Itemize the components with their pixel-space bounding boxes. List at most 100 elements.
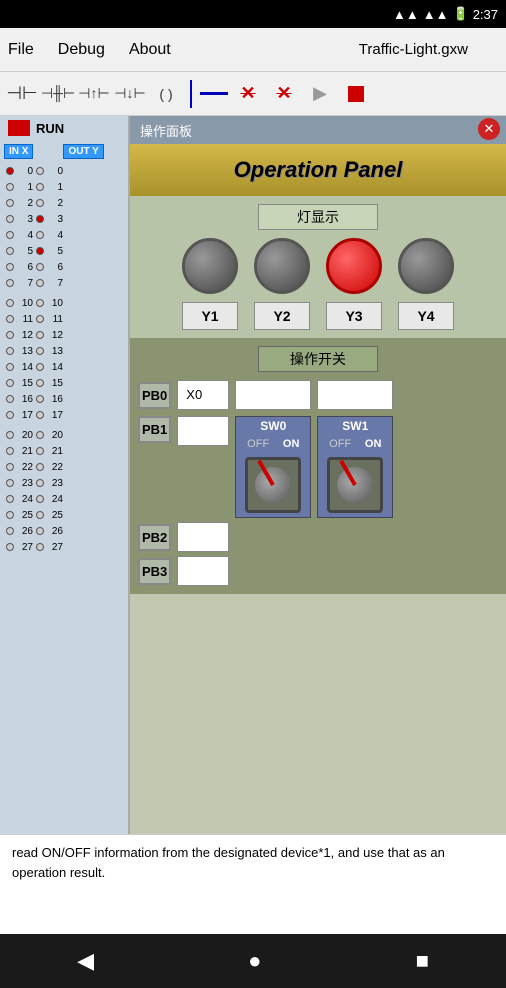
menu-about[interactable]: About — [129, 41, 171, 59]
toolbar-coil[interactable]: ( ) — [150, 78, 182, 110]
light-label-y3: Y3 — [326, 302, 382, 330]
inout-header: IN X OUT Y — [0, 142, 128, 161]
sw1-title: SW1 — [318, 417, 392, 435]
light-y1 — [182, 238, 238, 294]
pb1-input — [177, 416, 229, 446]
in-dot-1 — [6, 183, 14, 191]
nav-recent[interactable]: ■ — [416, 948, 429, 974]
ladder-row: 2525 — [4, 507, 124, 523]
sw0-block: SW0 OFF ON — [235, 416, 311, 518]
pb3-input — [177, 556, 229, 586]
ladder-row: 3 3 — [4, 211, 124, 227]
pb3-button[interactable]: PB3 — [138, 558, 171, 585]
toolbar-play[interactable]: ▶ — [304, 78, 336, 110]
nav-bar: ◀ ● ■ — [0, 934, 506, 988]
text-area: read ON/OFF information from the designa… — [0, 834, 506, 934]
nav-back[interactable]: ◀ — [77, 948, 94, 974]
ladder-row: 5 5 — [4, 243, 124, 259]
inx-badge[interactable]: IN X — [4, 144, 33, 159]
switch-section: 操作开关 PB0 X0 PB1 SW0 OFF ON — [130, 338, 506, 594]
left-panel: RUN IN X OUT Y 0 0 1 1 2 — [0, 116, 130, 834]
sw1-off[interactable]: OFF — [325, 437, 355, 451]
run-light — [8, 120, 30, 136]
ladder-row: 7 7 — [4, 275, 124, 291]
out-dot-5 — [36, 247, 44, 255]
toolbar-stop[interactable] — [340, 78, 372, 110]
toolbar-line[interactable] — [200, 92, 228, 95]
wifi-icon: ▲▲ — [393, 7, 419, 22]
light-section: 灯显示 Y1 Y2 Y3 Y4 — [130, 196, 506, 338]
sw0-off[interactable]: OFF — [243, 437, 273, 451]
toolbar-contact-no[interactable]: ⊣⊢ — [6, 78, 38, 110]
in-dot-5 — [6, 247, 14, 255]
ladder-row: 1010 — [4, 295, 124, 311]
pb0-button[interactable]: PB0 — [138, 382, 171, 409]
x0-display: X0 — [177, 380, 229, 410]
light-y4 — [398, 238, 454, 294]
menu-debug[interactable]: Debug — [58, 41, 105, 59]
close-button[interactable]: ✕ — [478, 118, 500, 140]
panel-title-bar: 操作面板 ✕ — [130, 116, 506, 144]
toolbar-contact-nc[interactable]: ⊣╫⊢ — [42, 78, 74, 110]
in-dot-2 — [6, 199, 14, 207]
pb1-button[interactable]: PB1 — [138, 416, 171, 443]
out-dot-1 — [36, 183, 44, 191]
in-dot-4 — [6, 231, 14, 239]
ladder-row: 1313 — [4, 343, 124, 359]
menu-file[interactable]: File — [8, 41, 34, 59]
pb0-empty-2 — [317, 380, 393, 410]
lights-row — [138, 238, 498, 294]
ladder-row: 1616 — [4, 391, 124, 407]
toolbar-x2[interactable]: ✕ — [268, 78, 300, 110]
switch-row-3: PB3 — [138, 556, 498, 586]
ladder-row: 2424 — [4, 491, 124, 507]
ladder-row: 1717 — [4, 407, 124, 423]
ladder-row: 1515 — [4, 375, 124, 391]
out-dot-2 — [36, 199, 44, 207]
ladder-row: 2323 — [4, 475, 124, 491]
out-dot-7 — [36, 279, 44, 287]
ladder-row: 0 0 — [4, 163, 124, 179]
toolbar-contact-n[interactable]: ⊣↓⊢ — [114, 78, 146, 110]
ladder-row: 1414 — [4, 359, 124, 375]
out-dot-6 — [36, 263, 44, 271]
sw1-on[interactable]: ON — [361, 437, 386, 451]
ladder-row: 4 4 — [4, 227, 124, 243]
in-dot-6 — [6, 263, 14, 271]
switch-section-label: 操作开关 — [258, 346, 378, 372]
in-dot-3 — [6, 215, 14, 223]
main-area: RUN IN X OUT Y 0 0 1 1 2 — [0, 116, 506, 834]
status-bar: ▲▲ ▲▲ 🔋 2:37 — [0, 0, 506, 28]
pb2-button[interactable]: PB2 — [138, 524, 171, 551]
sw1-knob[interactable] — [327, 457, 383, 513]
op-panel-title-text: Operation Panel — [234, 157, 403, 183]
signal-icon: ▲▲ — [423, 7, 449, 22]
ladder-row: 1111 — [4, 311, 124, 327]
battery-icon: 🔋 — [453, 6, 469, 22]
ladder-row: 2222 — [4, 459, 124, 475]
text-content: read ON/OFF information from the designa… — [12, 845, 445, 880]
in-dot-0 — [6, 167, 14, 175]
switch-row-1: PB1 SW0 OFF ON — [138, 416, 498, 518]
light-label-y1: Y1 — [182, 302, 238, 330]
sw1-block: SW1 OFF ON — [317, 416, 393, 518]
sw0-knob[interactable] — [245, 457, 301, 513]
run-indicator: RUN — [0, 116, 128, 140]
toolbar-contact-p[interactable]: ⊣↑⊢ — [78, 78, 110, 110]
sw0-buttons: OFF ON — [236, 435, 310, 453]
ladder-row: 2626 — [4, 523, 124, 539]
light-label-y4: Y4 — [398, 302, 454, 330]
light-labels-row: Y1 Y2 Y3 Y4 — [138, 302, 498, 330]
time: 2:37 — [473, 7, 498, 22]
sw0-on[interactable]: ON — [279, 437, 304, 451]
toolbar: ⊣⊢ ⊣╫⊢ ⊣↑⊢ ⊣↓⊢ ( ) ✕ ✕ ▶ — [0, 72, 506, 116]
sw1-buttons: OFF ON — [318, 435, 392, 453]
outy-badge[interactable]: OUT Y — [63, 144, 103, 159]
switch-row-0: PB0 X0 — [138, 380, 498, 410]
out-dot-0 — [36, 167, 44, 175]
nav-home[interactable]: ● — [248, 948, 261, 974]
ladder-row: 1 1 — [4, 179, 124, 195]
toolbar-x1[interactable]: ✕ — [232, 78, 264, 110]
light-label-y2: Y2 — [254, 302, 310, 330]
out-dot-4 — [36, 231, 44, 239]
